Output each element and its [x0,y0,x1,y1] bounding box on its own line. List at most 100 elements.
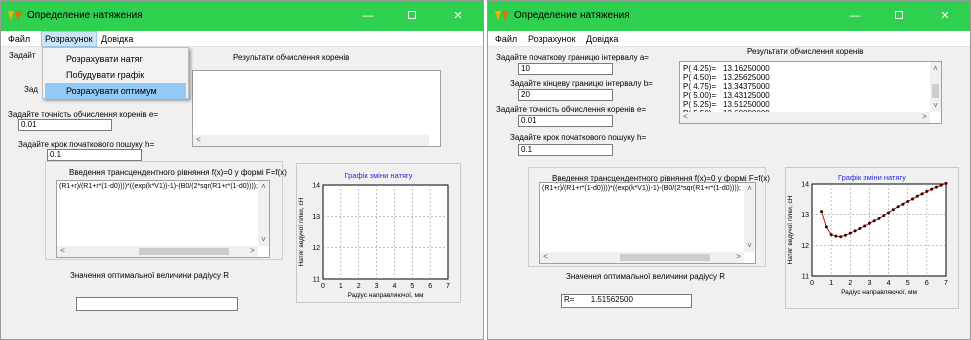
results-hscrollbar[interactable]: < [193,135,429,146]
x-tick-label: 2 [357,283,361,290]
scroll-thumb[interactable] [139,248,229,255]
formula-vscrollbar[interactable]: ˄ ˅ [744,183,755,252]
precision-label: Задайте точність обчислення коренів e= [8,110,159,119]
data-point [858,226,862,230]
scroll-down-icon[interactable]: ˅ [744,241,755,251]
window-title: Определение натяжения [27,10,143,21]
tension-chart: Графік зміни натягу 0 1 2 3 4 5 6 7 11 12 13 14 Раді… [785,167,959,309]
x-tick-label: 7 [446,283,450,290]
results-title: Результати обчислення коренів [233,53,350,62]
menu-item-calc-tension[interactable]: Розрахувати натяг [45,51,186,67]
optimum-field[interactable]: R= 1.51562500 [561,294,692,308]
x-tick-label: 1 [829,280,833,287]
menu-help[interactable]: Довідка [98,31,136,47]
left-window: Определение натяжения — ✕ Файл Розрахуно… [0,0,484,340]
result-row: P( 4.50)= 13.25625000 [683,73,770,82]
x-tick-label: 5 [906,280,910,287]
data-point [824,225,828,229]
x-tick-label: 7 [944,280,948,287]
results-vscrollbar[interactable]: ˄ ˅ [930,62,941,112]
scroll-right-icon[interactable]: > [247,246,258,256]
chart-plot: 0 1 2 3 4 5 6 711121314Радіус направляючої, ммН… [786,182,948,297]
step-field[interactable]: 0.1 [518,144,613,156]
scroll-left-icon[interactable]: < [680,112,691,122]
interval-start-label: Задайте початкову границю інтервалу a= [496,53,649,62]
interval-start-field[interactable]: 10 [518,63,613,75]
formula-hscrollbar[interactable]: < > [57,246,258,257]
data-point [911,197,914,201]
result-row: P( 5.00)= 13.43125000 [683,91,770,100]
formula-vscrollbar[interactable]: ˄ ˅ [258,181,269,246]
menu-item-calc-optimum[interactable]: Розрахувати оптимум [45,83,186,99]
formula-text: (R1+r)/(R1+r*(1-d0))))*((exp(k*V1))-1)-(… [59,183,258,190]
scroll-down-icon[interactable]: ˅ [930,101,941,111]
data-point [934,185,938,189]
data-point [872,219,876,223]
data-point [829,233,833,237]
title-bar[interactable]: Определение натяжения — ✕ [1,1,483,31]
scroll-left-icon[interactable]: < [193,135,204,145]
scroll-left-icon[interactable]: < [540,252,551,262]
result-row: P( 4.25)= 13.16250000 [683,64,770,73]
menu-file[interactable]: Файл [492,31,520,47]
minimize-icon[interactable]: — [848,10,862,22]
optimum-label: R= [564,295,575,304]
x-axis-label: Радіус направляючої, мм [841,288,917,296]
data-point [915,194,919,198]
formula-input[interactable]: (R1+r)/(R1+r*(1-d0))))*((exp(k*V1))-1)-(… [539,182,756,264]
precision-field[interactable]: 0.01 [518,115,613,127]
menu-file[interactable]: Файл [5,31,33,47]
data-point [896,205,900,209]
data-point [887,211,891,215]
scroll-up-icon[interactable]: ˄ [258,182,269,192]
menu-help[interactable]: Довідка [583,31,621,47]
scroll-up-icon[interactable]: ˄ [930,64,941,74]
maximize-icon[interactable] [405,10,419,22]
x-tick-label: 6 [925,280,929,287]
scroll-thumb[interactable] [932,84,939,98]
results-list[interactable]: < [192,70,441,147]
calculate-dropdown: Розрахувати натяг Побудувати графік Розр… [42,47,189,99]
formula-hscrollbar[interactable]: < > [540,252,744,263]
menu-calculate[interactable]: Розрахунок [41,31,97,47]
plot-area [811,183,947,277]
scroll-down-icon[interactable]: ˅ [258,235,269,245]
optimum-value: 1.51562500 [590,295,633,304]
maximize-icon[interactable] [892,10,906,22]
data-point [844,233,847,237]
formula-input[interactable]: (R1+r)/(R1+r*(1-d0))))*((exp(k*V1))-1)-(… [56,180,270,258]
scroll-up-icon[interactable]: ˄ [744,184,755,194]
y-tick-label: 14 [312,183,320,190]
scroll-right-icon[interactable]: > [919,112,930,122]
menu-item-build-chart[interactable]: Побудувати графік [45,67,186,83]
x-tick-label: 0 [810,280,814,287]
results-list[interactable]: P( 4.25)= 13.16250000 P( 4.50)= 13.2562500… [679,61,942,124]
scroll-left-icon[interactable]: < [57,246,68,256]
step-label: Задайте крок початкового пошуку h= [18,140,155,149]
interval-end-label: Задайте кінцеву границю інтервалу b= [510,79,653,88]
y-tick-label: 13 [312,214,320,221]
close-icon[interactable]: ✕ [938,10,952,22]
x-tick-label: 3 [867,280,871,287]
scroll-thumb[interactable] [620,254,710,261]
x-tick-label: 3 [375,283,379,290]
data-point [939,183,943,187]
menu-bar: Файл Розрахунок Довідка [1,31,483,47]
step-field[interactable]: 0.1 [47,149,142,161]
title-bar[interactable]: Определение натяжения — ✕ [488,1,970,31]
interval-end-field[interactable]: 20 [518,89,613,101]
data-point [820,210,824,214]
optimum-field[interactable] [76,297,238,311]
data-point [925,189,929,193]
optimum-title: Значення оптимальної величини радіусу R [566,272,726,281]
formula-panel: Введення трансцендентного рівняння f(x)=… [528,167,770,267]
minimize-icon[interactable]: — [361,10,375,22]
close-icon[interactable]: ✕ [451,10,465,22]
scroll-right-icon[interactable]: > [733,252,744,262]
results-title: Результати обчислення коренів [747,47,864,56]
results-hscrollbar[interactable]: < > [680,112,930,123]
menu-calculate[interactable]: Розрахунок [525,31,579,47]
window-title: Определение натяжения [514,10,630,21]
precision-field[interactable]: 0.01 [18,119,112,131]
result-row: P( 5.25)= 13.51250000 [683,100,770,109]
